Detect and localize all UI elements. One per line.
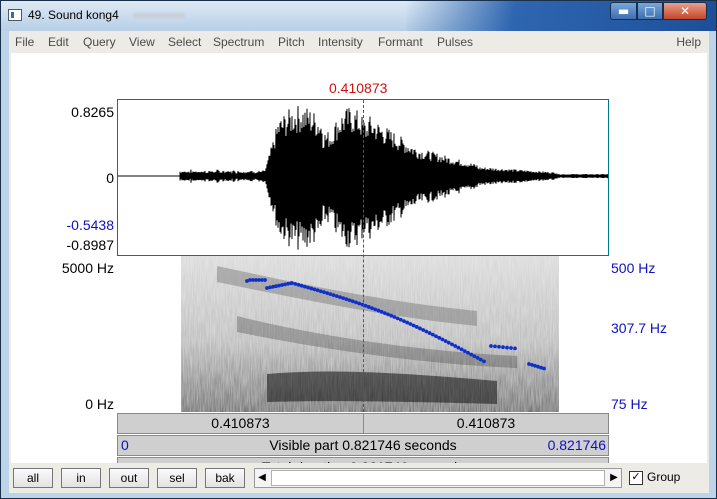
zoom-in-button[interactable]: in [61,468,101,488]
pitch-point [489,344,493,348]
menu-help[interactable]: Help [676,35,701,49]
blurred-title-region [133,13,185,18]
scroll-right-arrow-icon[interactable]: ▶ [607,469,621,487]
pitch-point [482,359,486,364]
app-icon [8,9,22,21]
pitch-point [475,356,480,360]
pitch-point [456,345,461,350]
zoom-all-button[interactable]: all [13,468,53,488]
pitch-point [296,282,301,287]
menu-pulses[interactable]: Pulses [437,35,473,49]
cursor-line [363,100,364,412]
scroll-left-arrow-icon[interactable]: ◀ [255,469,269,487]
pitch-point [493,344,497,349]
right-half-button[interactable]: 0.410873 [363,413,609,434]
selection-bar: 0.410873 0.410873 [117,413,609,434]
menu-pitch[interactable]: Pitch [278,35,305,49]
left-half-button[interactable]: 0.410873 [117,413,364,434]
group-checkbox[interactable]: ✓ [629,470,643,485]
maximize-button[interactable]: □ [637,2,663,20]
scroll-thumb[interactable] [271,470,605,486]
pitch-point [472,354,477,359]
pitch-point [466,350,470,355]
wave-ymin-label: -0.8987 [66,237,114,253]
pitch-point [513,346,517,351]
visible-end-label: 0.821746 [547,437,606,453]
pitch-point [328,292,333,297]
pitch-point [459,347,464,352]
bottom-toolbar: all in out sel bak ◀ ▶ ✓ Group [9,463,709,493]
pitch-point [306,285,310,290]
pitch-point [462,349,467,353]
wave-zero-label: 0 [106,170,114,186]
pitch-point [293,282,298,286]
pitch-point [315,288,320,293]
pitch-point [312,287,317,292]
pitch-point [478,357,483,362]
title-bar[interactable]: 49. Sound kong4 ▬ □ ✕ [1,1,716,31]
pitch-point [501,345,505,350]
client-area: File Edit Query View Select Spectrum Pit… [9,31,709,493]
window-title: 49. Sound kong4 [28,8,119,22]
menu-view[interactable]: View [129,35,155,49]
menu-spectrum[interactable]: Spectrum [213,35,264,49]
menu-file[interactable]: File [15,35,34,49]
menu-edit[interactable]: Edit [48,35,69,49]
group-toggle[interactable]: ✓ Group [629,470,680,485]
spec-fmax-label: 5000 Hz [61,260,114,276]
pitch-point [322,290,326,295]
menu-select[interactable]: Select [168,35,201,49]
visible-part-label: Visible part 0.821746 seconds [269,437,457,453]
close-button[interactable]: ✕ [663,2,707,20]
pitch-point [453,344,458,348]
pitch-min-label: 75 Hz [611,396,648,412]
zoom-out-button[interactable]: out [109,468,149,488]
pitch-point [309,286,314,291]
pitch-point [325,291,330,296]
spec-fmin-label: 0 Hz [85,396,114,412]
group-label: Group [647,470,681,484]
wave-ymax-label: 0.8265 [71,104,114,120]
pitch-point [299,283,304,288]
horizontal-scrollbar[interactable]: ◀ ▶ [254,468,622,488]
wave-selmin-label: -0.5438 [66,217,114,233]
pitch-point [505,345,509,350]
visible-part-bar[interactable]: 0 Visible part 0.821746 seconds 0.821746 [117,435,609,456]
zoom-selection-button[interactable]: sel [157,468,197,488]
pitch-point [290,281,294,285]
pitch-point [509,346,513,350]
pitch-max-label: 500 Hz [611,260,656,276]
pitch-point [318,289,323,294]
pitch-point [450,342,454,347]
zoom-back-button[interactable]: bak [205,468,245,488]
menu-formant[interactable]: Formant [378,35,423,49]
pitch-point [469,352,474,357]
menu-query[interactable]: Query [83,35,116,49]
minimize-button[interactable]: ▬ [610,2,637,20]
editor-canvas[interactable]: 0.410873 0.8265 0 -0.5438 -0.8987 5000 H… [11,53,707,478]
cursor-time-label: 0.410873 [329,80,388,96]
pitch-point [497,344,501,349]
pitch-point [542,366,546,371]
pitch-point [263,278,267,282]
praat-sound-window: 49. Sound kong4 ▬ □ ✕ File Edit Query Vi… [0,0,717,499]
pitch-mid-label: 307.7 Hz [611,320,668,336]
pitch-point [302,284,307,289]
menu-intensity[interactable]: Intensity [318,35,363,49]
menu-bar: File Edit Query View Select Spectrum Pit… [9,31,709,53]
